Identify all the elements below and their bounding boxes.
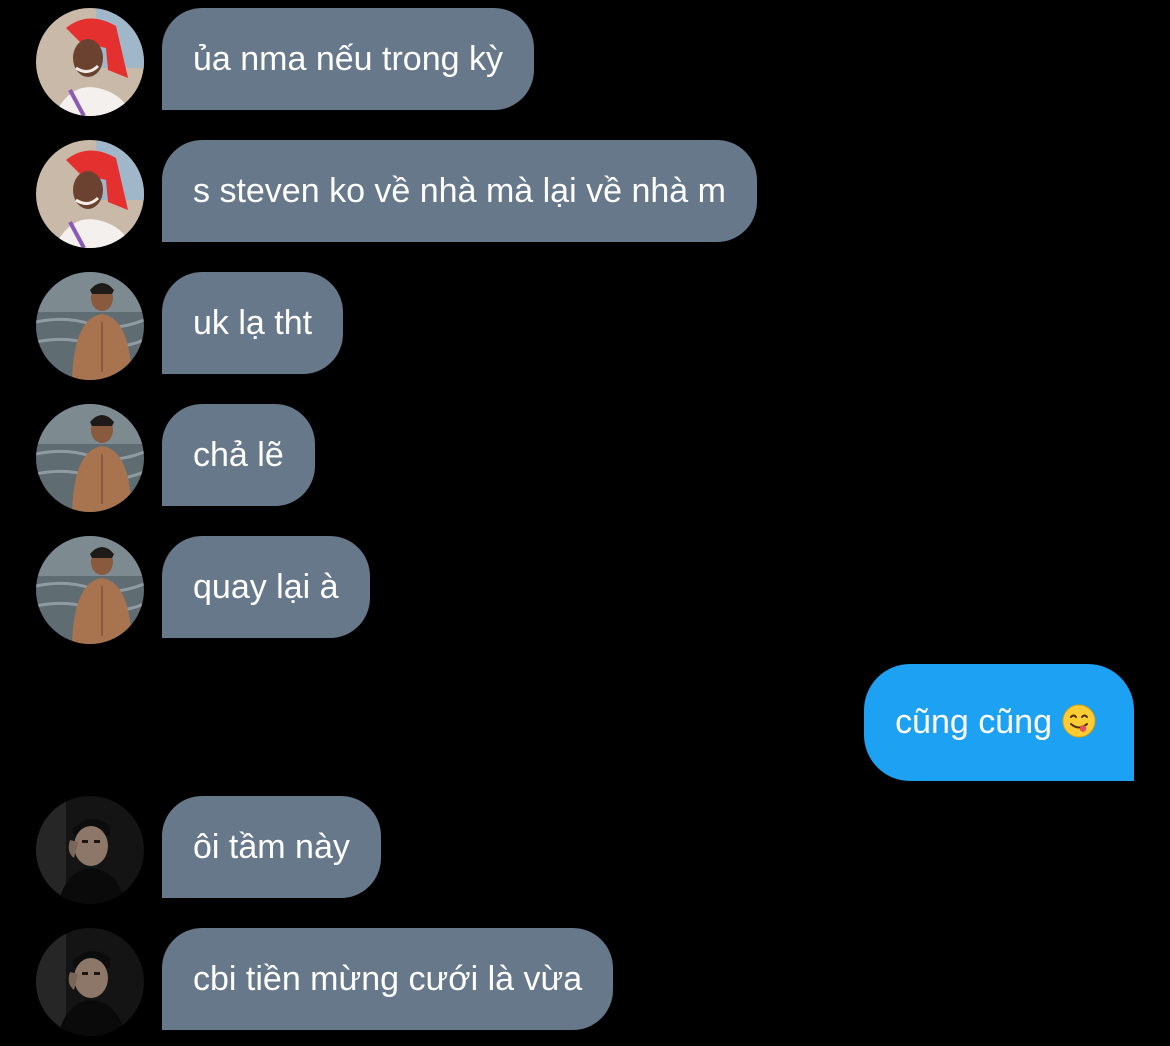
face-savoring-food-emoji-icon: [1062, 704, 1096, 738]
received-message-bubble[interactable]: quay lại à: [162, 536, 370, 638]
message-text: s steven ko về nhà mà lại về nhà m: [193, 172, 726, 210]
person-red-headscarf-icon: [36, 8, 144, 116]
message-row: cũng cũng: [0, 664, 1170, 782]
message-row: uk lạ tht: [0, 272, 1170, 380]
message-text: quay lại à: [193, 568, 339, 606]
avatar-user-b[interactable]: [36, 404, 144, 512]
received-message-bubble[interactable]: uk lạ tht: [162, 272, 344, 374]
avatar-user-a[interactable]: [36, 8, 144, 116]
message-text: ôi tầm này: [193, 828, 350, 866]
received-message-bubble[interactable]: cbi tiền mừng cưới là vừa: [162, 928, 614, 1030]
message-row: ủa nma nếu trong kỳ: [0, 8, 1170, 116]
sent-message-bubble[interactable]: cũng cũng: [864, 664, 1134, 781]
avatar-user-b[interactable]: [36, 272, 144, 380]
received-message-bubble[interactable]: s steven ko về nhà mà lại về nhà m: [162, 140, 757, 242]
received-message-bubble[interactable]: ôi tầm này: [162, 796, 381, 898]
message-row: chả lẽ: [0, 404, 1170, 512]
person-by-sea-icon: [36, 404, 144, 512]
message-text: ủa nma nếu trong kỳ: [193, 40, 503, 78]
person-dark-portrait-icon: [36, 796, 144, 904]
message-row: ôi tầm này: [0, 796, 1170, 904]
message-row: cbi tiền mừng cưới là vừa: [0, 928, 1170, 1036]
avatar-user-c[interactable]: [36, 796, 144, 904]
received-message-bubble[interactable]: ủa nma nếu trong kỳ: [162, 8, 534, 110]
person-red-headscarf-icon: [36, 140, 144, 248]
message-text: chả lẽ: [193, 436, 284, 474]
message-text: cũng cũng: [895, 703, 1052, 741]
message-text: uk lạ tht: [193, 304, 313, 342]
message-row: s steven ko về nhà mà lại về nhà m: [0, 140, 1170, 248]
received-message-bubble[interactable]: chả lẽ: [162, 404, 315, 506]
message-row: quay lại à: [0, 536, 1170, 644]
person-by-sea-icon: [36, 536, 144, 644]
avatar-user-a[interactable]: [36, 140, 144, 248]
avatar-user-c[interactable]: [36, 928, 144, 1036]
person-dark-portrait-icon: [36, 928, 144, 1036]
message-thread: ủa nma nếu trong kỳ s steven ko về nhà m…: [0, 0, 1170, 1046]
avatar-user-b[interactable]: [36, 536, 144, 644]
message-text: cbi tiền mừng cưới là vừa: [193, 960, 583, 998]
person-by-sea-icon: [36, 272, 144, 380]
